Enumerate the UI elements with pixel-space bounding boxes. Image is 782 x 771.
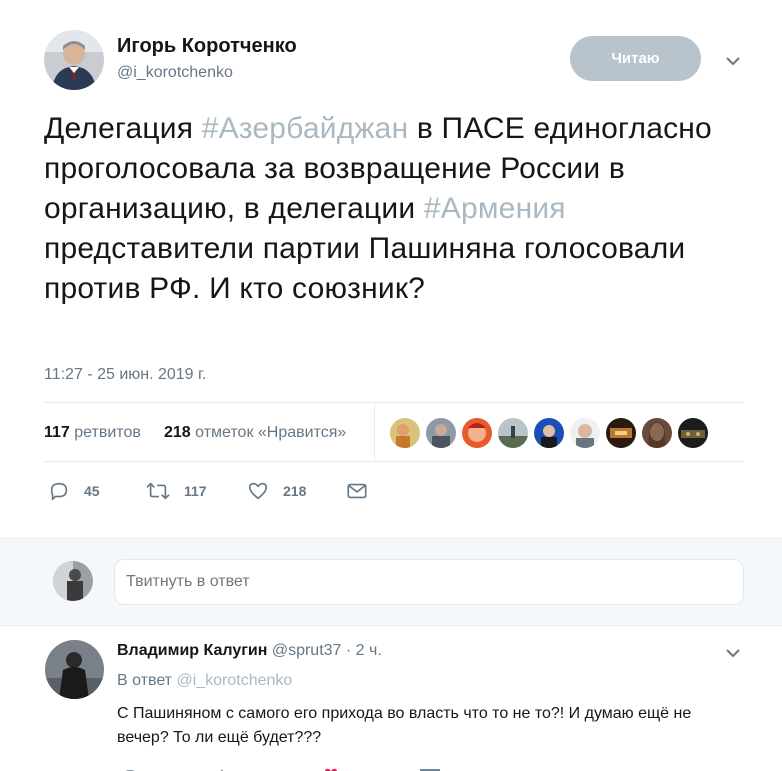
hashtag-link[interactable]: #Азербайджан <box>202 112 409 145</box>
liker-avatar[interactable] <box>570 418 600 448</box>
user-avatar[interactable] <box>53 561 93 601</box>
reply-count: 45 <box>84 483 100 499</box>
reply-icon <box>48 480 70 502</box>
reply-text: С Пашиняном с самого его прихода во влас… <box>117 705 692 746</box>
like-count: 218 <box>283 483 307 499</box>
author-avatar[interactable] <box>44 30 104 90</box>
tweet-actions: 45 117 218 <box>44 478 444 504</box>
liker-avatar[interactable] <box>642 418 672 448</box>
reply-author-avatar[interactable] <box>45 640 104 699</box>
reply-icon[interactable] <box>120 766 140 771</box>
separator: · <box>341 642 356 659</box>
reply-action[interactable]: 45 <box>48 478 100 504</box>
envelope-icon <box>346 480 368 502</box>
reply-tweet: Владимир Калугин @sprut37 · 2 ч. В ответ… <box>0 626 782 771</box>
liker-avatar[interactable] <box>606 418 636 448</box>
hashtag-link[interactable]: #Армения <box>424 192 566 225</box>
tweet-text: Делегация #Азербайджан в ПАСЕ единогласн… <box>44 109 764 309</box>
reply-author-name[interactable]: Владимир Калугин <box>117 642 267 659</box>
in-reply-prefix: В ответ <box>117 672 177 689</box>
reply-header: Владимир Калугин @sprut37 · 2 ч. <box>117 642 382 660</box>
retweets-count: 117 <box>44 424 70 441</box>
message-action[interactable] <box>346 478 368 504</box>
liker-avatar[interactable] <box>498 418 528 448</box>
retweets-label: ретвитов <box>74 424 141 441</box>
liker-avatar[interactable] <box>462 418 492 448</box>
liker-avatar[interactable] <box>426 418 456 448</box>
tweet-stats: 117 ретвитов 218 отметок «Нравится» <box>44 402 744 462</box>
likes-label: отметок «Нравится» <box>195 424 347 441</box>
author-handle[interactable]: @i_korotchenko <box>117 64 233 82</box>
main-tweet: Игорь Коротченко @i_korotchenko Читаю Де… <box>0 0 782 538</box>
retweet-icon <box>146 480 170 502</box>
likes-stat[interactable]: 218 отметок «Нравится» <box>164 424 346 442</box>
tweet-timestamp[interactable]: 11:27 - 25 июн. 2019 г. <box>44 366 206 384</box>
chevron-down-icon[interactable] <box>724 644 742 662</box>
following-button[interactable]: Читаю <box>570 36 701 81</box>
reply-author-handle[interactable]: @sprut37 <box>272 642 342 659</box>
liker-avatar[interactable] <box>534 418 564 448</box>
reply-time[interactable]: 2 ч. <box>356 642 382 659</box>
envelope-icon[interactable] <box>420 766 440 771</box>
retweet-count: 117 <box>184 483 207 499</box>
stats-divider <box>374 403 375 461</box>
retweet-icon[interactable] <box>218 766 240 771</box>
reply-input[interactable] <box>114 559 744 605</box>
retweet-action[interactable]: 117 <box>146 478 207 504</box>
mention-link[interactable]: @i_korotchenko <box>176 672 292 689</box>
text-part: Делегация <box>44 112 202 145</box>
in-reply-to: В ответ @i_korotchenko <box>117 672 292 690</box>
heart-icon <box>247 480 269 502</box>
like-action[interactable]: 218 <box>247 478 306 504</box>
retweets-stat[interactable]: 117 ретвитов <box>44 424 141 442</box>
text-part: представители партии Пашиняна голосовали… <box>44 232 686 305</box>
liker-avatar[interactable] <box>678 418 708 448</box>
author-name[interactable]: Игорь Коротченко <box>117 35 297 58</box>
chevron-down-icon[interactable] <box>724 52 742 70</box>
reply-composer <box>0 538 782 626</box>
heart-icon[interactable] <box>320 765 342 771</box>
likes-count: 218 <box>164 424 191 441</box>
liker-avatar[interactable] <box>390 418 420 448</box>
